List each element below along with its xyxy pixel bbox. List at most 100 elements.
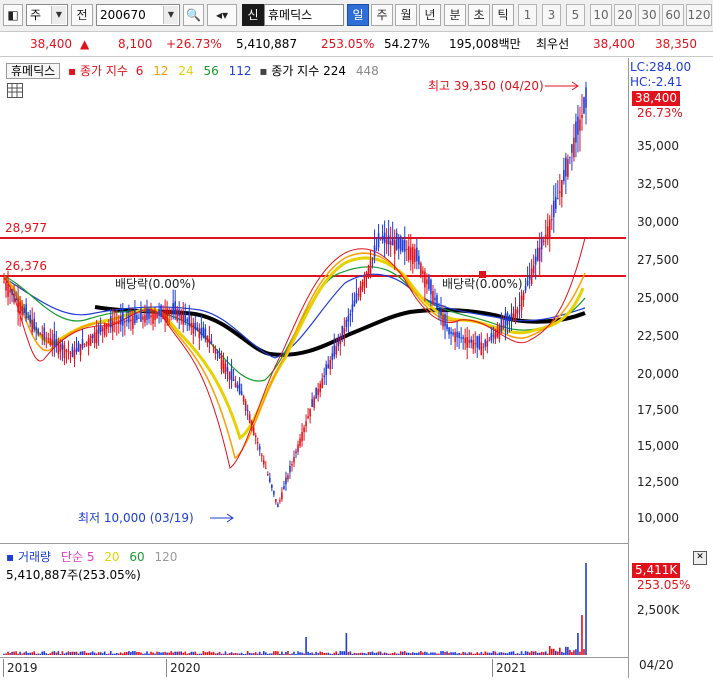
search-icon[interactable]: 🔍 (183, 4, 204, 26)
volume-bar (440, 651, 442, 655)
candle-body (422, 270, 424, 274)
volume-bar (335, 651, 338, 655)
volume-bar (289, 653, 291, 655)
candle-body (480, 342, 483, 356)
candle-body (393, 240, 396, 255)
volume-bar (216, 653, 219, 655)
candle-body (13, 294, 15, 303)
candle-body (478, 336, 481, 349)
code-input[interactable]: 200670 ▼ (96, 4, 180, 26)
volume-bar (331, 653, 334, 655)
volume-bar (49, 653, 52, 655)
interval-120[interactable]: 120 (686, 4, 712, 26)
volume-bar (254, 652, 257, 655)
volume-bar (285, 652, 287, 655)
candle-body (542, 240, 545, 242)
market-select[interactable]: 주 ▼ (26, 4, 68, 26)
candle-body (238, 383, 241, 394)
volume-bar (170, 651, 172, 655)
candle-body (405, 248, 408, 250)
volume-bar (130, 652, 132, 655)
interval-30[interactable]: 30 (638, 4, 660, 26)
volume-bar (144, 653, 146, 655)
volume-bar (379, 651, 382, 655)
volume-bar (281, 651, 283, 655)
volume-bar (301, 652, 303, 655)
period-year[interactable]: 년 (419, 4, 441, 26)
volume-bar (520, 651, 523, 655)
volume-bar (528, 652, 531, 655)
volume-bar (37, 653, 40, 655)
close-icon[interactable]: ✕ (693, 551, 707, 565)
volume-bar (200, 653, 203, 655)
price-tick: 15,000 (637, 439, 679, 453)
volume-bar (323, 652, 326, 655)
candle-body (426, 279, 428, 285)
interval-3[interactable]: 3 (542, 4, 561, 26)
candle-body (301, 431, 303, 442)
volume-bar (115, 653, 118, 655)
candle-body (182, 314, 185, 325)
candle-body (146, 308, 148, 320)
candle-body (581, 114, 583, 119)
interval-20[interactable]: 20 (614, 4, 636, 26)
volume-bar (172, 652, 174, 655)
volume-bar (434, 652, 436, 655)
volume-bar (77, 653, 80, 655)
volume-bar (307, 651, 309, 655)
volume-bar (424, 651, 426, 655)
period-tick[interactable]: 틱 (492, 4, 514, 26)
candle-body (303, 427, 305, 433)
period-week[interactable]: 주 (371, 4, 393, 26)
volume-bar (478, 653, 481, 655)
interval-1[interactable]: 1 (518, 4, 537, 26)
hline-lower-label: 26,376 (5, 259, 47, 273)
period-day[interactable]: 일 (347, 4, 369, 26)
candle-body (240, 391, 243, 396)
stock-name-field[interactable]: 휴메딕스 (264, 4, 344, 26)
candle-body (309, 408, 311, 417)
candle-body (271, 484, 273, 489)
interval-10[interactable]: 10 (590, 4, 612, 26)
volume-bar (194, 651, 197, 655)
candle-body (128, 315, 130, 323)
volume-bar (132, 651, 134, 655)
volume-bar (540, 651, 543, 655)
volume-bar (412, 652, 414, 655)
period-month[interactable]: 월 (395, 4, 417, 26)
period-minute[interactable]: 분 (444, 4, 466, 26)
period-second[interactable]: 초 (468, 4, 490, 26)
speaker-icon[interactable]: ◂▾ (207, 4, 237, 26)
candle-body (347, 315, 350, 322)
candle-body (170, 311, 172, 313)
volume-bar (295, 653, 297, 655)
prev-button[interactable]: 전 (71, 4, 93, 26)
volume-chart[interactable]: ▪ 거래량 단순 5 20 60 120 5,410,887주(253.05%) (0, 545, 628, 658)
volume-bar (182, 652, 185, 655)
candle-body (414, 248, 416, 262)
candle-body (95, 329, 98, 344)
volume-bar (287, 651, 289, 655)
window-menu-icon[interactable]: ◧ (3, 4, 23, 26)
volume-bar (498, 652, 501, 655)
candle-body (35, 327, 38, 331)
candle-body (275, 499, 277, 502)
candle-body (579, 119, 581, 131)
volume-bar (267, 653, 269, 655)
low-annotation: 최저 10,000 (03/19) (78, 511, 194, 525)
interval-60[interactable]: 60 (662, 4, 684, 26)
candle-body (573, 137, 575, 158)
volume-bar (192, 651, 195, 655)
candle-body (331, 353, 334, 360)
volume-bar (524, 651, 527, 655)
volume-bar (313, 653, 315, 655)
high-annotation: 최고 39,350 (04/20) (428, 79, 544, 93)
volume-bar (492, 651, 495, 655)
volume-bar (23, 652, 25, 655)
price-chart[interactable]: 휴메딕스 ▪ 종가 지수 6 12 24 56 112 ▪ 종가 지수 224 … (0, 58, 628, 544)
interval-5[interactable]: 5 (566, 4, 585, 26)
volume-bar (383, 652, 386, 655)
volume-bar (494, 651, 497, 655)
candle-body (29, 314, 31, 323)
volume-bar (198, 653, 201, 655)
